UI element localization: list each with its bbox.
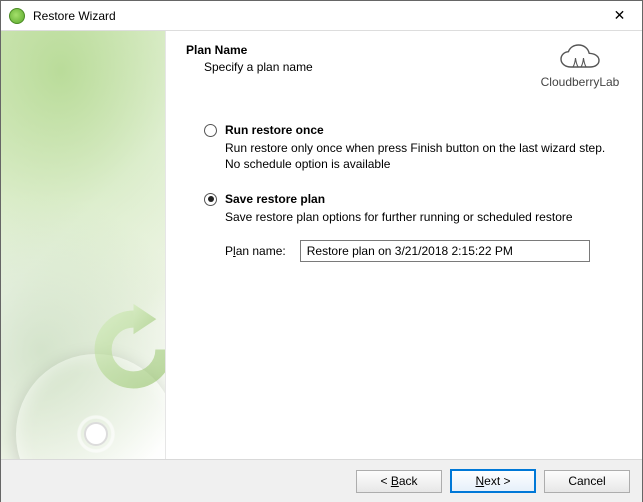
option-run-once: Run restore once Run restore only once w…: [204, 123, 624, 172]
cloud-icon: [557, 43, 603, 73]
restore-arrow-icon: [86, 302, 166, 397]
brand-name: CloudberryLab: [536, 75, 624, 89]
run-once-desc: Run restore only once when press Finish …: [204, 137, 624, 172]
page-title: Plan Name: [186, 43, 536, 57]
cancel-button[interactable]: Cancel: [544, 470, 630, 493]
window-title: Restore Wizard: [33, 9, 597, 23]
wizard-banner: [1, 31, 166, 459]
back-button[interactable]: < Back: [356, 470, 442, 493]
wizard-footer: < Back Next > Cancel: [1, 459, 642, 502]
wizard-body: Plan Name Specify a plan name Cloudberry…: [1, 31, 642, 459]
title-bar: Restore Wizard ✕: [1, 1, 642, 31]
wizard-content: Plan Name Specify a plan name Cloudberry…: [166, 31, 642, 459]
plan-name-label: Plan name:: [225, 244, 286, 258]
save-plan-desc: Save restore plan options for further ru…: [204, 206, 624, 225]
radio-run-once[interactable]: [204, 124, 217, 137]
app-icon: [9, 8, 25, 24]
run-once-label[interactable]: Run restore once: [225, 123, 324, 137]
close-button[interactable]: ✕: [597, 1, 642, 30]
save-plan-label[interactable]: Save restore plan: [225, 192, 325, 206]
radio-save-plan[interactable]: [204, 193, 217, 206]
page-subtitle: Specify a plan name: [186, 57, 536, 74]
option-save-plan: Save restore plan Save restore plan opti…: [204, 192, 624, 261]
plan-name-input[interactable]: [300, 240, 590, 262]
brand-block: CloudberryLab: [536, 43, 624, 89]
next-button[interactable]: Next >: [450, 469, 536, 493]
